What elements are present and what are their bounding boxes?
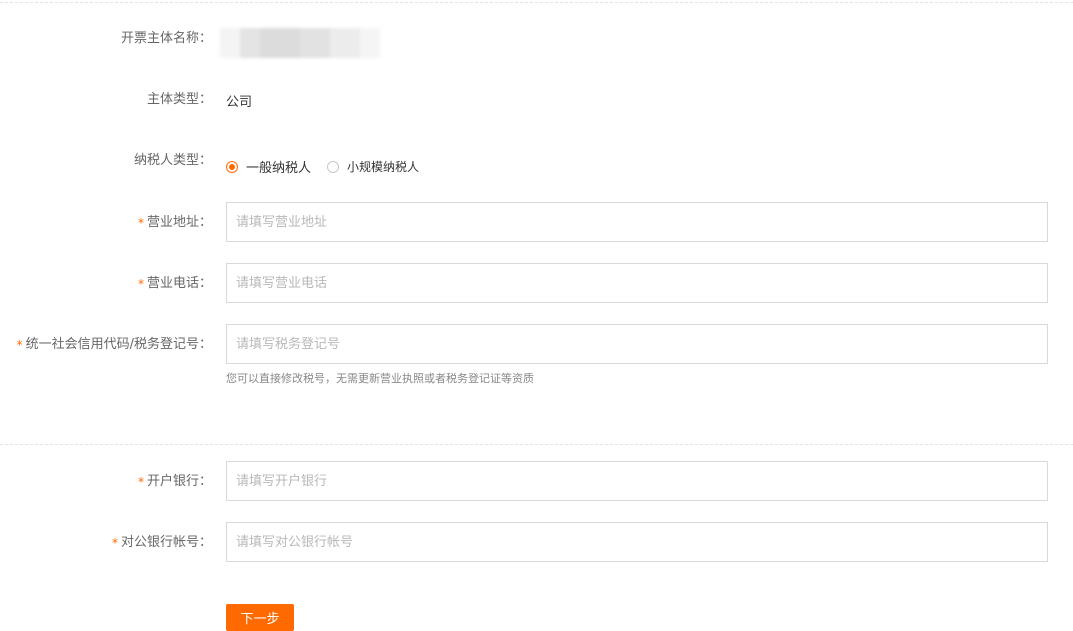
required-mark: * bbox=[137, 475, 144, 489]
entity-type-value: 公司 bbox=[226, 95, 253, 110]
radio-checked-icon[interactable] bbox=[226, 160, 238, 173]
required-mark: * bbox=[137, 277, 144, 291]
bank-account-label: * 对公银行帐号： bbox=[112, 534, 212, 551]
tax-id-input[interactable] bbox=[226, 324, 1048, 364]
required-mark: * bbox=[111, 536, 118, 550]
bank-name-label-text: 开户银行： bbox=[146, 474, 212, 489]
business-address-input[interactable] bbox=[226, 202, 1048, 242]
required-mark: * bbox=[137, 216, 144, 230]
business-phone-label: * 营业电话： bbox=[138, 275, 212, 292]
bank-account-label-text: 对公银行帐号： bbox=[120, 535, 212, 550]
entity-type-label: 主体类型： bbox=[146, 92, 212, 107]
business-address-label: * 营业地址： bbox=[138, 214, 212, 231]
taxpayer-type-label: 纳税人类型： bbox=[133, 153, 212, 168]
tax-id-hint: 您可以直接修改税号，无需更新营业执照或者税务登记证等资质 bbox=[226, 372, 534, 385]
required-mark: * bbox=[16, 338, 23, 352]
tax-id-label: * 统一社会信用代码/税务登记号： bbox=[17, 336, 212, 353]
radio-unchecked-icon[interactable] bbox=[327, 160, 340, 173]
entity-name-blurred-value bbox=[220, 28, 380, 58]
next-step-button[interactable]: 下一步 bbox=[226, 604, 294, 631]
bank-account-input[interactable] bbox=[226, 522, 1048, 562]
radio-small-scale-taxpayer-label: 小规模纳税人 bbox=[347, 160, 420, 174]
radio-general-taxpayer[interactable]: 一般纳税人 bbox=[226, 157, 311, 176]
invoice-entity-form: 开票主体名称： 主体类型： 公司 纳税人类型： 一般纳税人 小规模纳税人 * 营业… bbox=[0, 0, 1073, 631]
bank-name-label: * 开户银行： bbox=[138, 473, 212, 490]
top-divider bbox=[0, 2, 1073, 3]
radio-small-scale-taxpayer[interactable]: 小规模纳税人 bbox=[327, 158, 419, 175]
business-phone-input[interactable] bbox=[226, 263, 1048, 303]
entity-name-label: 开票主体名称： bbox=[120, 31, 212, 46]
tax-id-label-text: 统一社会信用代码/税务登记号： bbox=[25, 337, 212, 352]
bank-name-input[interactable] bbox=[226, 461, 1048, 501]
section-divider bbox=[0, 444, 1073, 445]
radio-general-taxpayer-label: 一般纳税人 bbox=[246, 161, 312, 176]
business-phone-label-text: 营业电话： bbox=[146, 276, 212, 291]
taxpayer-type-radio-group: 一般纳税人 小规模纳税人 bbox=[226, 157, 435, 176]
business-address-label-text: 营业地址： bbox=[146, 215, 212, 230]
